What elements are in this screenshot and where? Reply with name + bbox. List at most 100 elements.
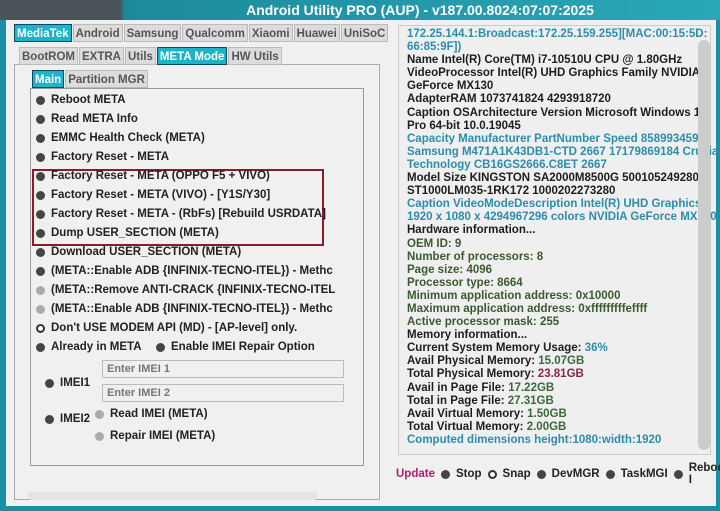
- stop-button[interactable]: Stop: [456, 468, 482, 480]
- option-read-meta-info[interactable]: Read META Info: [36, 113, 138, 125]
- tab-unisoc[interactable]: UniSoC: [340, 24, 389, 42]
- tab-xiaomi[interactable]: Xiaomi: [248, 24, 293, 42]
- tab-qualcomm[interactable]: Qualcomm: [182, 24, 248, 42]
- info-line: OEM ID: 9: [407, 237, 462, 250]
- info-line: Active processor mask: 255: [407, 316, 560, 329]
- checkbox-no-modem-api[interactable]: Don't USE MODEM API (MD) - [AP-level] on…: [36, 322, 297, 334]
- memory-value: 15.07GB: [538, 355, 585, 368]
- option-emmc-health[interactable]: EMMC Health Check (META): [36, 132, 205, 144]
- tab-huawei[interactable]: Huawei: [293, 24, 340, 42]
- memory-label: Avail in Page File:: [407, 381, 509, 394]
- radio-icon: [605, 469, 615, 479]
- radio-icon: [36, 285, 45, 295]
- option-label: EMMC Health Check (META): [51, 132, 205, 144]
- tab-partition-mgr[interactable]: Partition MGR: [65, 70, 148, 88]
- option-factory-reset-vivo[interactable]: Factory Reset - META (VIVO) - [Y1S/Y30]: [36, 189, 270, 201]
- memory-value: 1.50GB: [527, 407, 567, 420]
- memory-label: Avail Virtual Memory:: [407, 407, 528, 420]
- checkbox-icon: [36, 342, 45, 352]
- info-line: 1920 x 1080 x 4294967296 colors NVIDIA G…: [407, 211, 717, 224]
- info-line: Pro 64-bit 10.0.19045: [407, 119, 521, 132]
- checkbox-already-in-meta[interactable]: Already in META: [36, 341, 142, 353]
- system-info-log[interactable]: 172.25.144.1:Broadcast:172.25.159.255][M…: [398, 25, 720, 455]
- radio-icon: [36, 133, 45, 143]
- memory-value: 17.22GB: [508, 381, 555, 394]
- checkbox-enable-imei-repair[interactable]: Enable IMEI Repair Option: [156, 341, 315, 353]
- option-label: (META::Remove ANTI-CRACK {INFINIX-TECNO-…: [51, 284, 336, 296]
- memory-value: 2.00GB: [526, 420, 567, 433]
- option-factory-reset-oppo-vivo[interactable]: Factory Reset - META (OPPO F5 + VIVO): [36, 170, 270, 182]
- memory-line: Total Physical Memory: 23.81GB: [407, 368, 710, 381]
- imei2-input[interactable]: [102, 384, 344, 402]
- tab-hw-utils[interactable]: HW Utils: [228, 47, 282, 65]
- option-enable-adb-1[interactable]: (META::Enable ADB {INFINIX-TECNO-ITEL}) …: [36, 265, 333, 277]
- info-line: Technology CB16GS2666.C8ET 2667: [407, 158, 607, 171]
- radio-icon: [536, 469, 546, 479]
- option-factory-reset-rbfs[interactable]: Factory Reset - META - (RbFs) [Rebuild U…: [36, 208, 326, 220]
- title-bar: Android Utility PRO (AUP) - v187.00.8024…: [0, 0, 720, 20]
- tab-android[interactable]: Android: [72, 24, 123, 42]
- update-link[interactable]: Update: [396, 468, 435, 480]
- radio-icon: [36, 266, 45, 276]
- tab-bootrom[interactable]: BootROM: [19, 47, 79, 65]
- checkbox-icon: [487, 469, 497, 479]
- option-label: Dump USER_SECTION (META): [51, 227, 219, 239]
- option-download-user-section[interactable]: Download USER_SECTION (META): [36, 246, 241, 258]
- radio-icon: [36, 209, 45, 219]
- reboot-button[interactable]: Reboot I: [689, 462, 720, 486]
- info-line: Caption OSArchitecture Version Microsoft…: [407, 106, 707, 119]
- progress-bar: [28, 492, 318, 500]
- option-label: Factory Reset - META (VIVO) - [Y1S/Y30]: [51, 189, 271, 201]
- memory-label: Avail Physical Memory:: [407, 355, 539, 368]
- option-label: (META::Enable ADB {INFINIX-TECNO-ITEL}) …: [51, 303, 333, 315]
- radio-icon: [36, 95, 45, 105]
- info-line: GeForce MX130: [407, 80, 494, 93]
- option-label: Repair IMEI (META): [110, 430, 216, 442]
- tab-main[interactable]: Main: [32, 70, 65, 88]
- info-line: Caption VideoModeDescription Intel(R) UH…: [407, 198, 702, 211]
- memory-line: Avail in Page File: 17.22GB: [407, 382, 710, 395]
- radio-imei2[interactable]: IMEI2: [45, 413, 90, 425]
- info-line: 172.25.144.1:Broadcast:172.25.159.255][M…: [407, 28, 708, 40]
- memory-value: 36%: [584, 342, 608, 355]
- option-remove-anti-crack[interactable]: (META::Remove ANTI-CRACK {INFINIX-TECNO-…: [36, 284, 335, 296]
- read-imei-button[interactable]: Read IMEI (META): [95, 408, 208, 420]
- radio-icon: [36, 247, 45, 257]
- info-line: Maximum application address: 0xfffffffff…: [407, 302, 648, 315]
- option-label: Enable IMEI Repair Option: [171, 341, 315, 353]
- radio-imei1[interactable]: IMEI1: [45, 377, 90, 389]
- memory-label: Total in Page File:: [407, 394, 508, 407]
- devmgr-button[interactable]: DevMGR: [552, 468, 600, 480]
- inner-tabs: Main Partition MGR: [32, 70, 148, 88]
- imei1-input[interactable]: [102, 360, 344, 378]
- checkbox-icon: [156, 342, 165, 352]
- tab-utils[interactable]: Utils: [125, 47, 156, 65]
- info-line: AdapterRAM 1073741824 4293918720: [407, 93, 611, 106]
- option-label: Don't USE MODEM API (MD) - [AP-level] on…: [51, 322, 298, 334]
- tab-mediatek[interactable]: MediaTek: [14, 24, 72, 42]
- memory-label: Total Virtual Memory:: [407, 420, 527, 433]
- snap-button[interactable]: Snap: [503, 468, 531, 480]
- memory-line: Avail Virtual Memory: 1.50GB: [407, 408, 710, 421]
- info-scrollbar[interactable]: [698, 40, 710, 450]
- option-label: Factory Reset - META - (RbFs) [Rebuild U…: [51, 208, 326, 220]
- option-reboot-meta[interactable]: Reboot META: [36, 94, 126, 106]
- memory-value: 23.81GB: [537, 368, 584, 381]
- info-line: Samsung M471A1K43DB1-CTD 2667 1717986918…: [407, 145, 720, 158]
- tab-extra[interactable]: EXTRA: [79, 47, 124, 65]
- radio-icon: [36, 152, 45, 162]
- memory-label: Current System Memory Usage:: [407, 342, 585, 355]
- tab-meta-mode[interactable]: META Mode: [156, 47, 228, 65]
- option-label: Reboot META: [51, 94, 126, 106]
- radio-icon: [36, 171, 45, 181]
- memory-line: Total in Page File: 27.31GB: [407, 395, 710, 408]
- info-line: Hardware information...: [407, 224, 536, 237]
- option-enable-adb-2[interactable]: (META::Enable ADB {INFINIX-TECNO-ITEL}) …: [36, 303, 333, 315]
- footer-controls: Update Stop Snap DevMGR TaskMGI Reboot I: [396, 462, 720, 486]
- tab-samsung[interactable]: Samsung: [123, 24, 182, 42]
- option-factory-reset[interactable]: Factory Reset - META: [36, 151, 169, 163]
- option-dump-user-section[interactable]: Dump USER_SECTION (META): [36, 227, 219, 239]
- repair-imei-button[interactable]: Repair IMEI (META): [95, 430, 215, 442]
- taskmgr-button[interactable]: TaskMGI: [621, 468, 668, 480]
- memory-line: Avail Physical Memory: 15.07GB: [407, 355, 710, 368]
